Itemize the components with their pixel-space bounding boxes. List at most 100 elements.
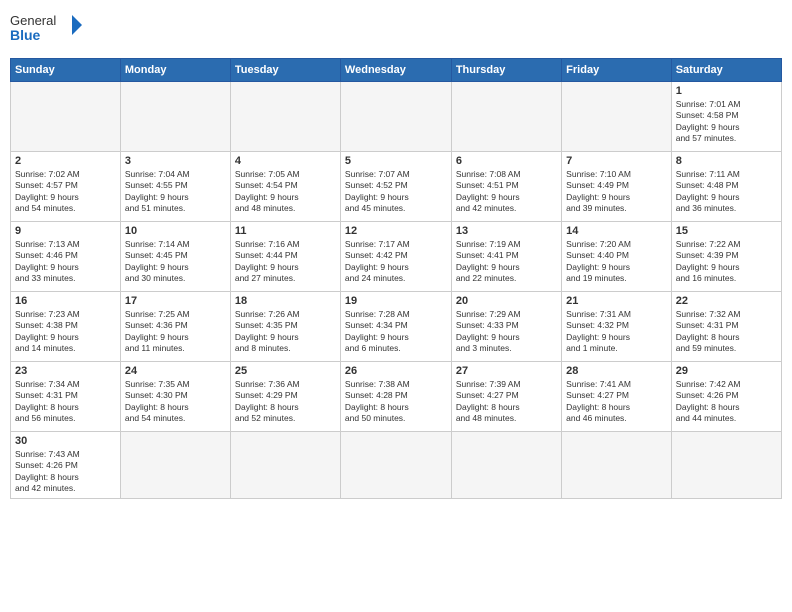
day-info: Sunrise: 7:20 AMSunset: 4:40 PMDaylight:… (566, 239, 667, 285)
header-thursday: Thursday (451, 59, 561, 82)
day-info: Sunrise: 7:36 AMSunset: 4:29 PMDaylight:… (235, 379, 336, 425)
svg-text:Blue: Blue (10, 27, 41, 43)
day-number: 13 (456, 225, 557, 237)
calendar-cell (11, 82, 121, 152)
day-info: Sunrise: 7:41 AMSunset: 4:27 PMDaylight:… (566, 379, 667, 425)
day-info: Sunrise: 7:14 AMSunset: 4:45 PMDaylight:… (125, 239, 226, 285)
day-number: 22 (676, 295, 777, 307)
day-info: Sunrise: 7:38 AMSunset: 4:28 PMDaylight:… (345, 379, 447, 425)
day-number: 5 (345, 155, 447, 167)
calendar-cell: 30Sunrise: 7:43 AMSunset: 4:26 PMDayligh… (11, 432, 121, 499)
calendar-cell: 21Sunrise: 7:31 AMSunset: 4:32 PMDayligh… (562, 292, 672, 362)
calendar-cell (120, 432, 230, 499)
day-number: 28 (566, 365, 667, 377)
header-saturday: Saturday (671, 59, 781, 82)
calendar-cell (562, 432, 672, 499)
calendar-cell: 24 Sunrise: 7:35 AMSunset: 4:30 PMDayligh… (120, 362, 230, 432)
header-friday: Friday (562, 59, 672, 82)
calendar-cell (120, 82, 230, 152)
day-info: Sunrise: 7:17 AMSunset: 4:42 PMDaylight:… (345, 239, 447, 285)
calendar-cell: 22 Sunrise: 7:32 AMSunset: 4:31 PMDayligh… (671, 292, 781, 362)
calendar-cell: 4Sunrise: 7:05 AMSunset: 4:54 PMDaylight… (230, 152, 340, 222)
calendar-cell: 10 Sunrise: 7:14 AMSunset: 4:45 PMDayligh… (120, 222, 230, 292)
day-number: 8 (676, 155, 777, 167)
calendar-cell (451, 432, 561, 499)
day-info: Sunrise: 7:34 AMSunset: 4:31 PMDaylight:… (15, 379, 116, 425)
calendar-cell: 17 Sunrise: 7:25 AMSunset: 4:36 PMDayligh… (120, 292, 230, 362)
calendar-cell: 18 Sunrise: 7:26 AMSunset: 4:35 PMDayligh… (230, 292, 340, 362)
calendar-cell: 23Sunrise: 7:34 AMSunset: 4:31 PMDayligh… (11, 362, 121, 432)
day-number: 14 (566, 225, 667, 237)
day-number: 6 (456, 155, 557, 167)
calendar-cell (230, 432, 340, 499)
day-number: 17 (125, 295, 226, 307)
calendar-cell: 26 Sunrise: 7:38 AMSunset: 4:28 PMDayligh… (340, 362, 451, 432)
day-info: Sunrise: 7:28 AMSunset: 4:34 PMDaylight:… (345, 309, 447, 355)
day-info: Sunrise: 7:02 AMSunset: 4:57 PMDaylight:… (15, 169, 116, 215)
calendar-cell: 2 Sunrise: 7:02 AMSunset: 4:57 PMDaylight… (11, 152, 121, 222)
day-number: 27 (456, 365, 557, 377)
calendar-cell: 19 Sunrise: 7:28 AMSunset: 4:34 PMDayligh… (340, 292, 451, 362)
header-sunday: Sunday (11, 59, 121, 82)
day-number: 12 (345, 225, 447, 237)
calendar-cell: 9 Sunrise: 7:13 AMSunset: 4:46 PMDaylight… (11, 222, 121, 292)
day-info: Sunrise: 7:19 AMSunset: 4:41 PMDaylight:… (456, 239, 557, 285)
calendar-cell (562, 82, 672, 152)
day-info: Sunrise: 7:13 AMSunset: 4:46 PMDaylight:… (15, 239, 116, 285)
calendar-cell: 20Sunrise: 7:29 AMSunset: 4:33 PMDayligh… (451, 292, 561, 362)
day-number: 15 (676, 225, 777, 237)
day-number: 20 (456, 295, 557, 307)
calendar-cell (671, 432, 781, 499)
calendar-cell: 8Sunrise: 7:11 AMSunset: 4:48 PMDaylight… (671, 152, 781, 222)
calendar-cell (340, 432, 451, 499)
calendar-cell: 16 Sunrise: 7:23 AMSunset: 4:38 PMDayligh… (11, 292, 121, 362)
day-number: 9 (15, 225, 116, 237)
calendar-cell: 27 Sunrise: 7:39 AMSunset: 4:27 PMDayligh… (451, 362, 561, 432)
day-info: Sunrise: 7:26 AMSunset: 4:35 PMDaylight:… (235, 309, 336, 355)
calendar-cell: 7 Sunrise: 7:10 AMSunset: 4:49 PMDaylight… (562, 152, 672, 222)
calendar-cell: 14 Sunrise: 7:20 AMSunset: 4:40 PMDayligh… (562, 222, 672, 292)
day-number: 16 (15, 295, 116, 307)
day-info: Sunrise: 7:01 AMSunset: 4:58 PMDaylight:… (676, 99, 777, 145)
day-info: Sunrise: 7:43 AMSunset: 4:26 PMDaylight:… (15, 449, 116, 495)
header-monday: Monday (120, 59, 230, 82)
calendar-cell: 28 Sunrise: 7:41 AMSunset: 4:27 PMDayligh… (562, 362, 672, 432)
day-number: 21 (566, 295, 667, 307)
day-number: 11 (235, 225, 336, 237)
logo: General Blue (10, 10, 90, 50)
header: General Blue (10, 10, 782, 50)
calendar-cell (340, 82, 451, 152)
calendar-cell: 5 Sunrise: 7:07 AMSunset: 4:52 PMDaylight… (340, 152, 451, 222)
calendar-table: Sunday Monday Tuesday Wednesday Thursday… (10, 58, 782, 499)
day-info: Sunrise: 7:07 AMSunset: 4:52 PMDaylight:… (345, 169, 447, 215)
day-info: Sunrise: 7:32 AMSunset: 4:31 PMDaylight:… (676, 309, 777, 355)
day-number: 19 (345, 295, 447, 307)
day-info: Sunrise: 7:39 AMSunset: 4:27 PMDaylight:… (456, 379, 557, 425)
day-number: 4 (235, 155, 336, 167)
day-number: 7 (566, 155, 667, 167)
day-number: 10 (125, 225, 226, 237)
day-info: Sunrise: 7:23 AMSunset: 4:38 PMDaylight:… (15, 309, 116, 355)
day-number: 2 (15, 155, 116, 167)
header-wednesday: Wednesday (340, 59, 451, 82)
calendar-cell: 15 Sunrise: 7:22 AMSunset: 4:39 PMDayligh… (671, 222, 781, 292)
calendar-page: General Blue Sunday Monday Tuesday Wedne… (0, 0, 792, 612)
day-number: 1 (676, 85, 777, 97)
calendar-cell: 1 Sunrise: 7:01 AMSunset: 4:58 PMDaylight… (671, 82, 781, 152)
day-number: 29 (676, 365, 777, 377)
day-number: 18 (235, 295, 336, 307)
calendar-cell: 11 Sunrise: 7:16 AMSunset: 4:44 PMDayligh… (230, 222, 340, 292)
day-info: Sunrise: 7:16 AMSunset: 4:44 PMDaylight:… (235, 239, 336, 285)
day-info: Sunrise: 7:10 AMSunset: 4:49 PMDaylight:… (566, 169, 667, 215)
calendar-cell: 12 Sunrise: 7:17 AMSunset: 4:42 PMDayligh… (340, 222, 451, 292)
day-info: Sunrise: 7:08 AMSunset: 4:51 PMDaylight:… (456, 169, 557, 215)
day-info: Sunrise: 7:22 AMSunset: 4:39 PMDaylight:… (676, 239, 777, 285)
logo-svg: General Blue (10, 10, 90, 50)
day-info: Sunrise: 7:25 AMSunset: 4:36 PMDaylight:… (125, 309, 226, 355)
day-number: 24 (125, 365, 226, 377)
svg-text:General: General (10, 13, 56, 28)
weekday-header-row: Sunday Monday Tuesday Wednesday Thursday… (11, 59, 782, 82)
calendar-cell: 3Sunrise: 7:04 AMSunset: 4:55 PMDaylight… (120, 152, 230, 222)
day-number: 26 (345, 365, 447, 377)
day-info: Sunrise: 7:35 AMSunset: 4:30 PMDaylight:… (125, 379, 226, 425)
